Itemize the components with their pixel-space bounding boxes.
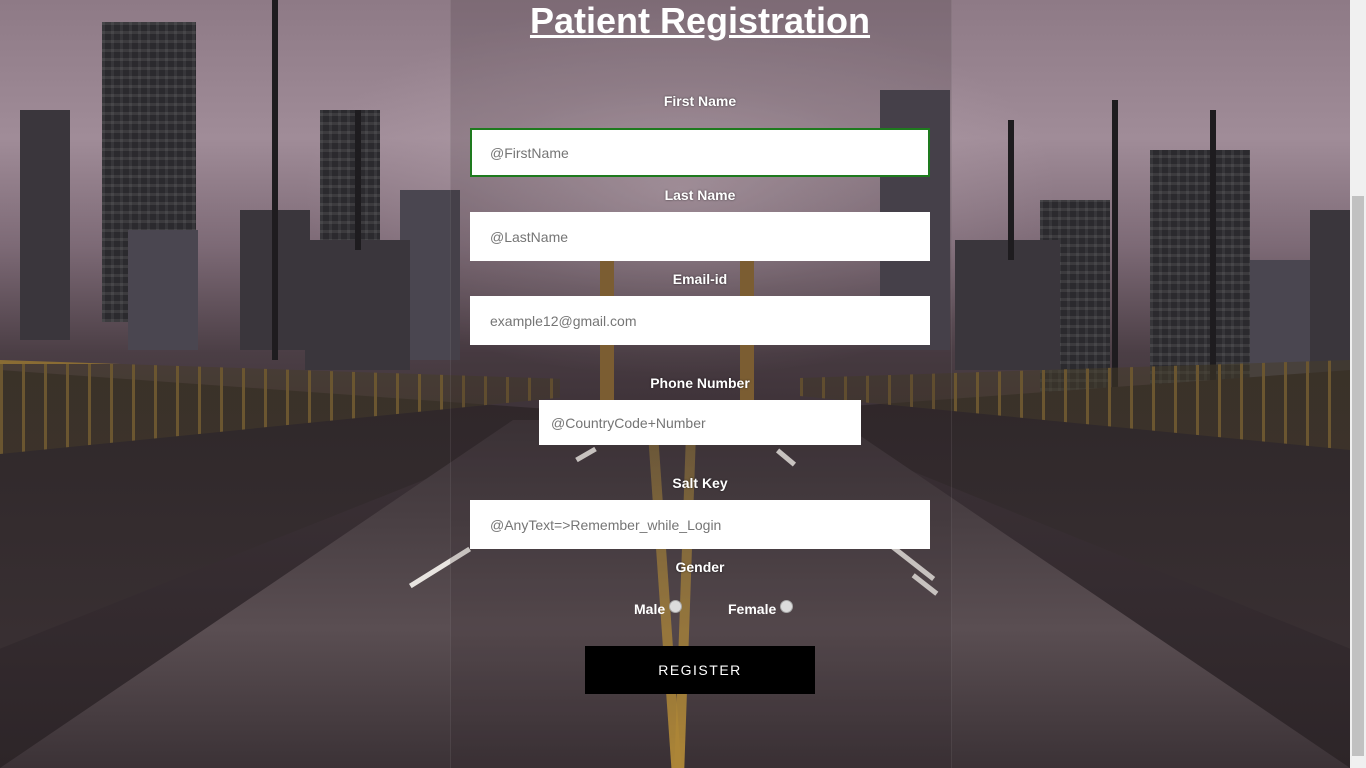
salt-key-label: Salt Key <box>672 475 728 491</box>
email-input[interactable] <box>470 296 930 345</box>
last-name-label: Last Name <box>664 187 736 203</box>
gender-male-label: Male <box>634 601 666 617</box>
gender-female-label: Female <box>728 601 777 617</box>
first-name-input[interactable] <box>470 128 930 177</box>
salt-key-input[interactable] <box>470 500 930 549</box>
phone-input[interactable] <box>539 400 861 445</box>
phone-label: Phone Number <box>650 375 750 391</box>
page-title: Patient Registration <box>529 0 871 41</box>
email-label: Email-id <box>672 271 728 287</box>
gender-female-radio[interactable] <box>780 600 793 613</box>
last-name-input[interactable] <box>470 212 930 261</box>
gender-male-radio[interactable] <box>669 600 682 613</box>
gender-label: Gender <box>675 559 725 575</box>
register-button[interactable]: REGISTER <box>585 646 815 694</box>
first-name-label: First Name <box>663 93 737 109</box>
scrollbar-thumb[interactable] <box>1352 196 1364 756</box>
